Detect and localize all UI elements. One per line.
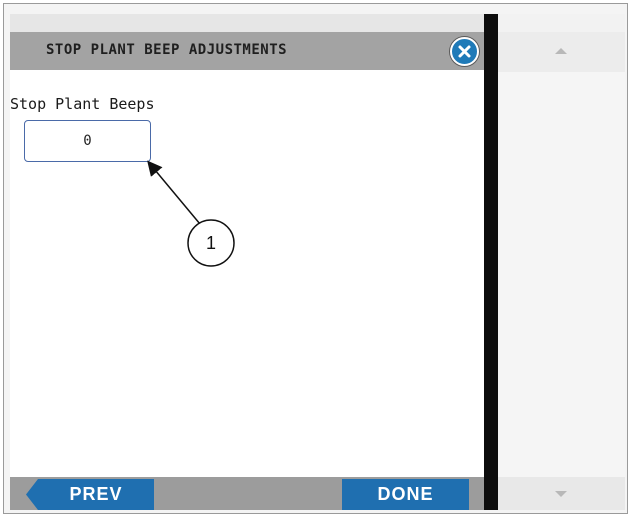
callout-number: 1 <box>205 233 216 253</box>
callout-arrow <box>147 160 235 267</box>
done-button[interactable]: DONE <box>342 479 469 510</box>
screenshot-frame: STOP PLANT BEEP ADJUSTMENTS Stop Plant B… <box>0 0 633 518</box>
prev-button-label[interactable]: PREV <box>26 479 154 510</box>
